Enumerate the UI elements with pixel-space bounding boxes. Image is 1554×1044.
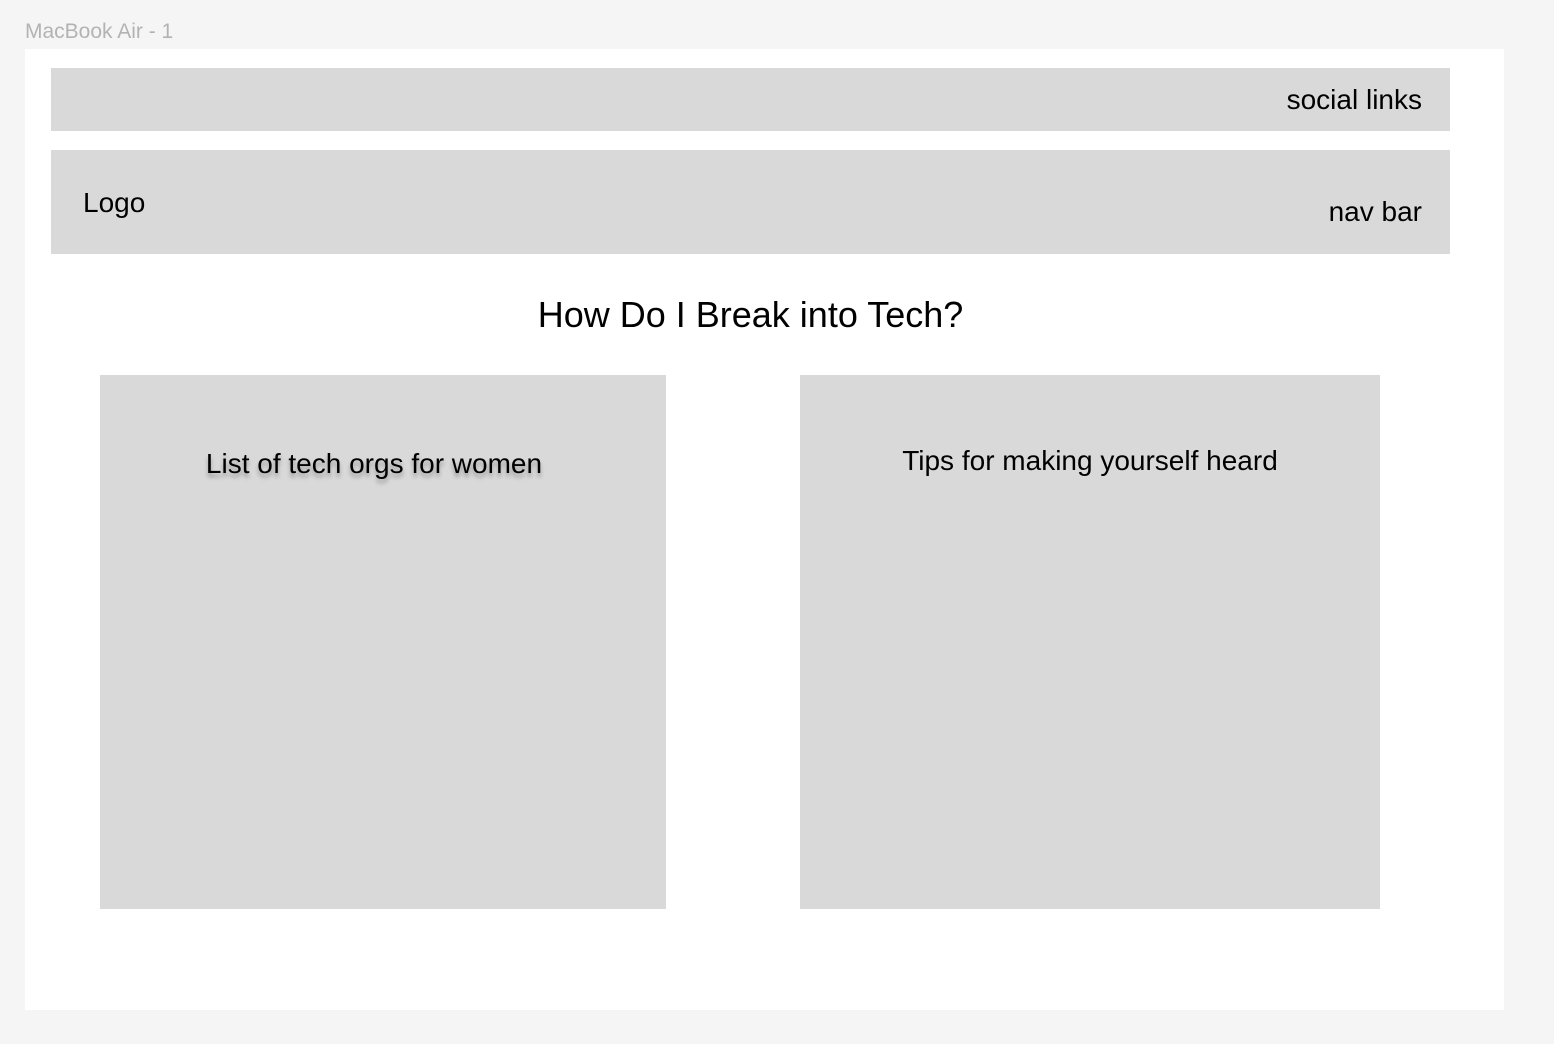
card-title-tech-orgs: List of tech orgs for women xyxy=(205,448,543,479)
social-links-label: social links xyxy=(1286,84,1422,115)
page-title: How Do I Break into Tech? xyxy=(537,294,964,335)
design-canvas: MacBook Air - 1 social links Logo nav ba… xyxy=(0,0,1554,1044)
nav-bar-label: nav bar xyxy=(1328,196,1422,227)
social-links-bar: social links xyxy=(51,68,1450,131)
frame-label[interactable]: MacBook Air - 1 xyxy=(25,20,173,44)
card-tips: Tips for making yourself heard xyxy=(800,375,1380,909)
nav-bar: Logo nav bar xyxy=(51,150,1450,254)
card-title-tips: Tips for making yourself heard xyxy=(902,445,1278,476)
card-tech-orgs: List of tech orgs for women xyxy=(100,375,666,909)
logo-placeholder: Logo xyxy=(83,187,146,218)
macbook-air-frame[interactable]: social links Logo nav bar How Do I Break… xyxy=(25,49,1504,1010)
